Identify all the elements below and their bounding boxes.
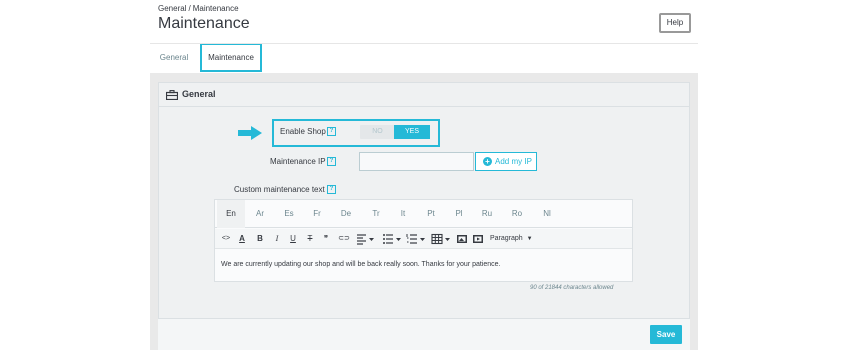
panel-footer	[158, 318, 690, 350]
editor-content[interactable]: We are currently updating our shop and w…	[221, 261, 501, 268]
breadcrumb-item-maintenance: Maintenance	[192, 4, 239, 13]
paragraph-format-label: Paragraph	[490, 235, 523, 242]
lang-tab-ru[interactable]: Ru	[473, 200, 501, 228]
maintenance-ip-input[interactable]	[359, 152, 474, 171]
switch-option-no[interactable]: NO	[360, 125, 395, 139]
rich-text-editor: En Ar Es Fr De Tr It Pt Pl Ru Ro Nl <> A…	[214, 199, 633, 282]
character-counter: 90 of 21844 characters allowed	[530, 285, 614, 291]
lang-tab-pt[interactable]: Pt	[417, 200, 445, 228]
add-my-ip-label: Add my IP	[495, 157, 532, 166]
lang-tab-de[interactable]: De	[332, 200, 360, 228]
plus-circle-icon: +	[483, 157, 492, 166]
page: General / Maintenance Maintenance Help Gen…	[0, 0, 850, 350]
breadcrumb: General / Maintenance	[158, 4, 239, 13]
tab-general[interactable]: General	[152, 44, 196, 72]
pointer-arrow-icon	[238, 126, 262, 140]
switch-option-yes[interactable]: YES	[394, 125, 430, 139]
add-my-ip-button[interactable]: + Add my IP	[475, 152, 537, 171]
help-button[interactable]: Help	[659, 13, 691, 33]
maintenance-ip-help-icon[interactable]: ?	[327, 157, 336, 166]
strikethrough-icon[interactable]: T	[305, 232, 315, 246]
page-header: General / Maintenance Maintenance Help Gen…	[150, 0, 698, 72]
bullet-list-icon[interactable]	[382, 232, 402, 246]
custom-text-help-icon[interactable]: ?	[327, 185, 336, 194]
breadcrumb-separator: /	[188, 4, 191, 13]
maintenance-ip-label: Maintenance IP	[270, 157, 326, 166]
save-button[interactable]: Save	[650, 325, 682, 344]
custom-text-label: Custom maintenance text	[234, 185, 325, 194]
image-icon[interactable]	[456, 232, 468, 246]
lang-tab-en[interactable]: En	[217, 200, 245, 228]
toolbox-icon	[166, 90, 178, 100]
lang-tab-es[interactable]: Es	[275, 200, 303, 228]
lang-tab-tr[interactable]: Tr	[362, 200, 390, 228]
editor-toolbar: <> A B I U T ❞ ⊂⊃ Paragraph ▼	[215, 229, 632, 249]
blockquote-icon[interactable]: ❞	[321, 232, 331, 246]
page-title: Maintenance	[158, 15, 250, 32]
enable-shop-switch[interactable]: NO YES	[360, 125, 430, 139]
panel-title: General	[182, 89, 216, 99]
underline-icon[interactable]: U	[288, 232, 298, 246]
numbered-list-icon[interactable]	[406, 232, 426, 246]
lang-tab-fr[interactable]: Fr	[303, 200, 331, 228]
italic-icon[interactable]: I	[272, 232, 282, 246]
chevron-down-icon: ▼	[526, 236, 533, 242]
source-code-icon[interactable]: <>	[220, 232, 232, 246]
link-icon[interactable]: ⊂⊃	[337, 232, 351, 246]
breadcrumb-item-general[interactable]: General	[158, 4, 186, 13]
lang-tab-nl[interactable]: Nl	[533, 200, 561, 228]
tab-maintenance[interactable]: Maintenance	[200, 44, 262, 72]
lang-tab-it[interactable]: It	[389, 200, 417, 228]
lang-tab-pl[interactable]: Pl	[445, 200, 473, 228]
enable-shop-label: Enable Shop	[280, 127, 326, 136]
panel-header: General	[159, 83, 689, 107]
media-icon[interactable]	[472, 232, 484, 246]
bold-icon[interactable]: B	[255, 232, 265, 246]
lang-tab-ro[interactable]: Ro	[503, 200, 531, 228]
enable-shop-help-icon[interactable]: ?	[327, 127, 336, 136]
language-tabs: En Ar Es Fr De Tr It Pt Pl Ru Ro Nl	[215, 200, 632, 228]
paragraph-format-select[interactable]: Paragraph ▼	[490, 232, 533, 246]
align-icon[interactable]	[356, 232, 376, 246]
text-color-icon[interactable]: A	[236, 232, 248, 246]
table-icon[interactable]	[431, 232, 451, 246]
lang-tab-ar[interactable]: Ar	[246, 200, 274, 228]
